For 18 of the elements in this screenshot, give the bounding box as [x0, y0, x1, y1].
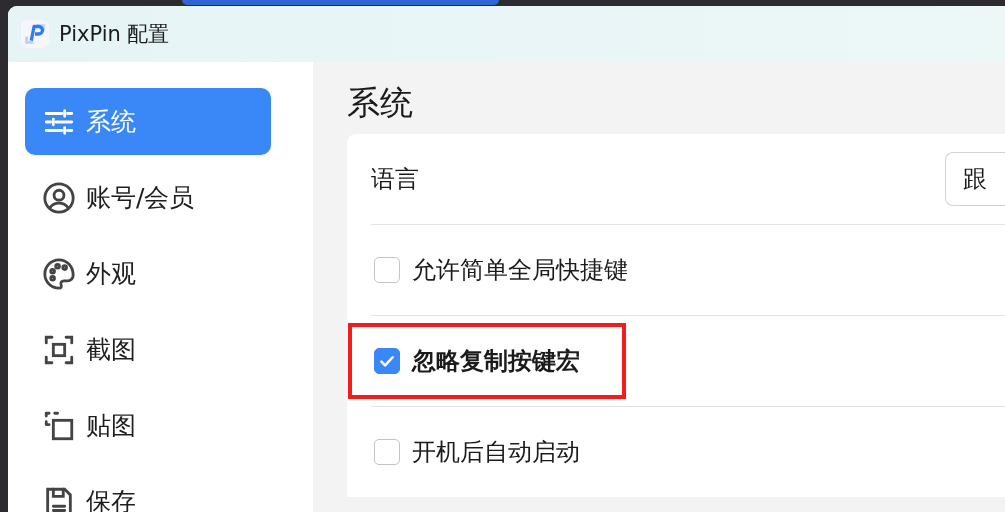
- checkbox[interactable]: [374, 257, 400, 283]
- sidebar-item[interactable]: 系统: [25, 88, 271, 155]
- checkbox-label: 开机后自动启动: [412, 437, 580, 468]
- window-title: PixPin 配置: [59, 21, 170, 48]
- palette-icon: [42, 256, 76, 291]
- language-dropdown[interactable]: 跟: [945, 152, 1005, 206]
- sidebar-item[interactable]: 截图: [25, 316, 271, 383]
- sidebar-item[interactable]: 外观: [25, 240, 271, 307]
- app-logo-icon: [20, 19, 50, 49]
- checkbox[interactable]: [374, 348, 400, 374]
- page-heading: 系统: [347, 82, 414, 124]
- checkbox[interactable]: [374, 439, 400, 465]
- checkbox-label: 允许简单全局快捷键: [412, 255, 628, 286]
- user-icon: [42, 180, 76, 215]
- sidebar-item[interactable]: 贴图: [25, 392, 271, 459]
- setting-label: 语言: [371, 164, 419, 195]
- sidebar-item[interactable]: 账号/会员: [25, 164, 271, 231]
- checkbox-label: 忽略复制按键宏: [412, 346, 580, 377]
